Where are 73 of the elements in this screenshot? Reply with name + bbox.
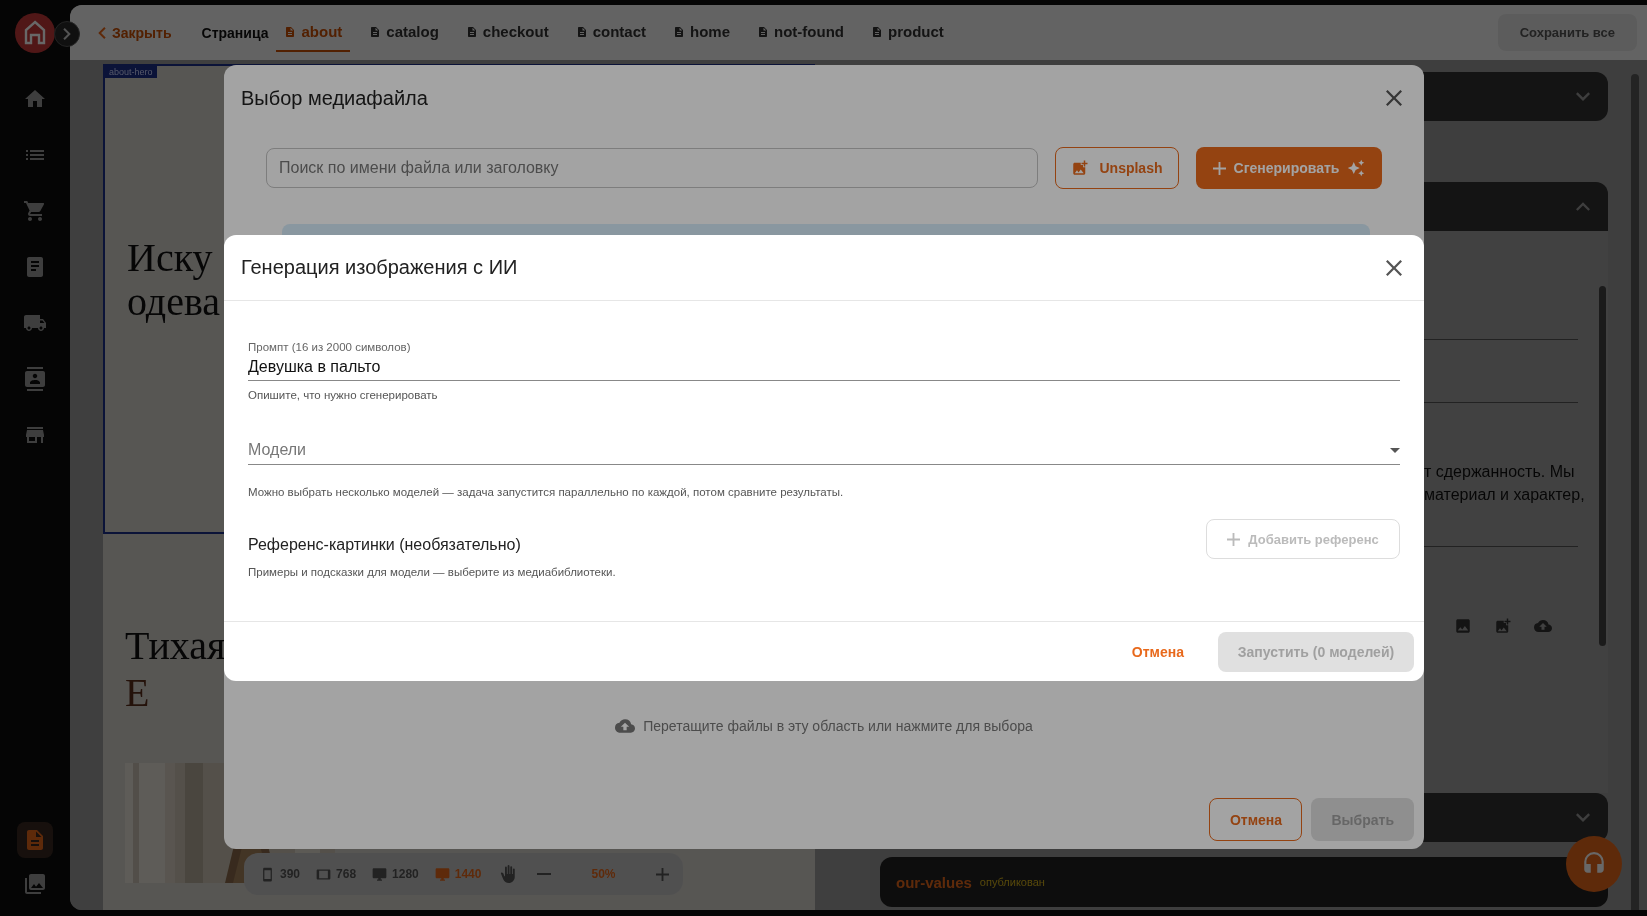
page-tab[interactable]: contact bbox=[567, 13, 655, 52]
prompt-field[interactable]: Промпт (16 из 2000 символов) Девушка в пальто bbox=[248, 341, 1400, 381]
monitor-icon bbox=[434, 866, 450, 882]
page-icon bbox=[575, 24, 588, 39]
preview-heading: одева bbox=[127, 280, 221, 324]
chevron-up-icon bbox=[1576, 202, 1590, 211]
images-icon bbox=[23, 872, 47, 896]
close-icon bbox=[1386, 259, 1402, 276]
plus-icon bbox=[1212, 161, 1226, 175]
page-tab[interactable]: checkout bbox=[457, 13, 557, 52]
chevron-down-icon bbox=[1576, 92, 1590, 101]
add-image-icon bbox=[1071, 159, 1090, 177]
zoom-level: 50% bbox=[590, 867, 617, 881]
page-tab[interactable]: not-found bbox=[749, 13, 852, 52]
preview-heading: Иску bbox=[127, 236, 213, 280]
page-icon bbox=[369, 24, 382, 39]
search-field[interactable]: Поиск по имени файла или заголовку bbox=[266, 148, 1038, 188]
status-label: опубликован bbox=[979, 876, 1045, 888]
chevron-down-icon bbox=[1576, 813, 1590, 822]
field-value: Девушка в пальто bbox=[248, 358, 382, 376]
sparkle-icon bbox=[1347, 159, 1366, 177]
text-line: материал и характер, bbox=[1424, 485, 1586, 505]
field-label: Промпт (16 из 2000 символов) bbox=[248, 341, 412, 353]
minus-icon bbox=[537, 873, 552, 875]
card-title: our-values bbox=[896, 873, 972, 891]
contact-card-icon bbox=[23, 367, 47, 391]
logo-icon[interactable] bbox=[15, 13, 55, 53]
unsplash-button[interactable]: Unsplash bbox=[1055, 147, 1179, 189]
page-card[interactable]: our-values опубликован bbox=[880, 857, 1608, 907]
scrollbar[interactable] bbox=[1631, 74, 1639, 910]
plus-icon bbox=[655, 867, 669, 881]
scrollbar[interactable] bbox=[1599, 286, 1606, 646]
upload-icon bbox=[1534, 617, 1552, 635]
monitor-icon bbox=[372, 866, 388, 882]
cancel-button[interactable]: Отмена bbox=[1209, 798, 1303, 841]
cart-icon bbox=[23, 199, 47, 223]
page-tab[interactable]: about bbox=[276, 13, 351, 52]
page-icon bbox=[465, 24, 478, 39]
image-icon bbox=[1454, 617, 1472, 635]
chevron-left-icon bbox=[98, 26, 106, 39]
phone-icon bbox=[260, 866, 275, 882]
drop-cap: Е bbox=[125, 673, 151, 713]
text-line: т сдержанность. Мы bbox=[1424, 462, 1576, 482]
plus-icon bbox=[1227, 532, 1241, 546]
models-select[interactable]: Модели bbox=[248, 441, 1400, 465]
page-tab[interactable]: catalog bbox=[361, 13, 447, 52]
dialog-title: Генерация изображения с ИИ bbox=[241, 256, 518, 279]
helper-text: Можно выбрать несколько моделей — задача запустится параллельно по каждой, потом сравните результаты. bbox=[248, 486, 845, 498]
close-link[interactable]: Закрыть bbox=[98, 24, 172, 41]
sidebar-item[interactable] bbox=[17, 822, 53, 858]
dropzone-text[interactable]: Перетащите файлы в эту область или нажмите для выбора bbox=[643, 718, 1033, 734]
dropdown-caret-icon bbox=[1390, 447, 1400, 453]
hand-icon bbox=[499, 865, 518, 883]
section-title: Референс-картинки (необязательно) bbox=[248, 536, 522, 554]
dialog-title: Выбор медиафайла bbox=[241, 86, 428, 110]
page-tab[interactable]: home bbox=[665, 13, 739, 52]
generate-button[interactable]: Сгенерировать bbox=[1196, 147, 1382, 189]
add-image-icon bbox=[1494, 617, 1512, 635]
cancel-button[interactable]: Отмена bbox=[1125, 635, 1190, 668]
section-tag: about-hero bbox=[105, 66, 157, 78]
page-tab[interactable]: product bbox=[863, 13, 952, 52]
page-icon bbox=[284, 24, 297, 39]
upload-icon bbox=[615, 716, 636, 736]
preview-heading: Тихая bbox=[125, 622, 227, 669]
page-icon bbox=[673, 24, 686, 39]
viewport-button[interactable]: 1440 bbox=[428, 862, 488, 886]
close-icon bbox=[1386, 90, 1402, 106]
page-icon bbox=[757, 24, 770, 39]
helper-text: Опишите, что нужно сгенерировать bbox=[248, 389, 439, 401]
page-label: Страница bbox=[201, 24, 269, 41]
page-icon bbox=[871, 24, 883, 39]
helper-text: Примеры и подсказки для модели — выберите из медиабиблиотеки. bbox=[248, 566, 616, 578]
chevron-right-icon bbox=[63, 28, 71, 40]
